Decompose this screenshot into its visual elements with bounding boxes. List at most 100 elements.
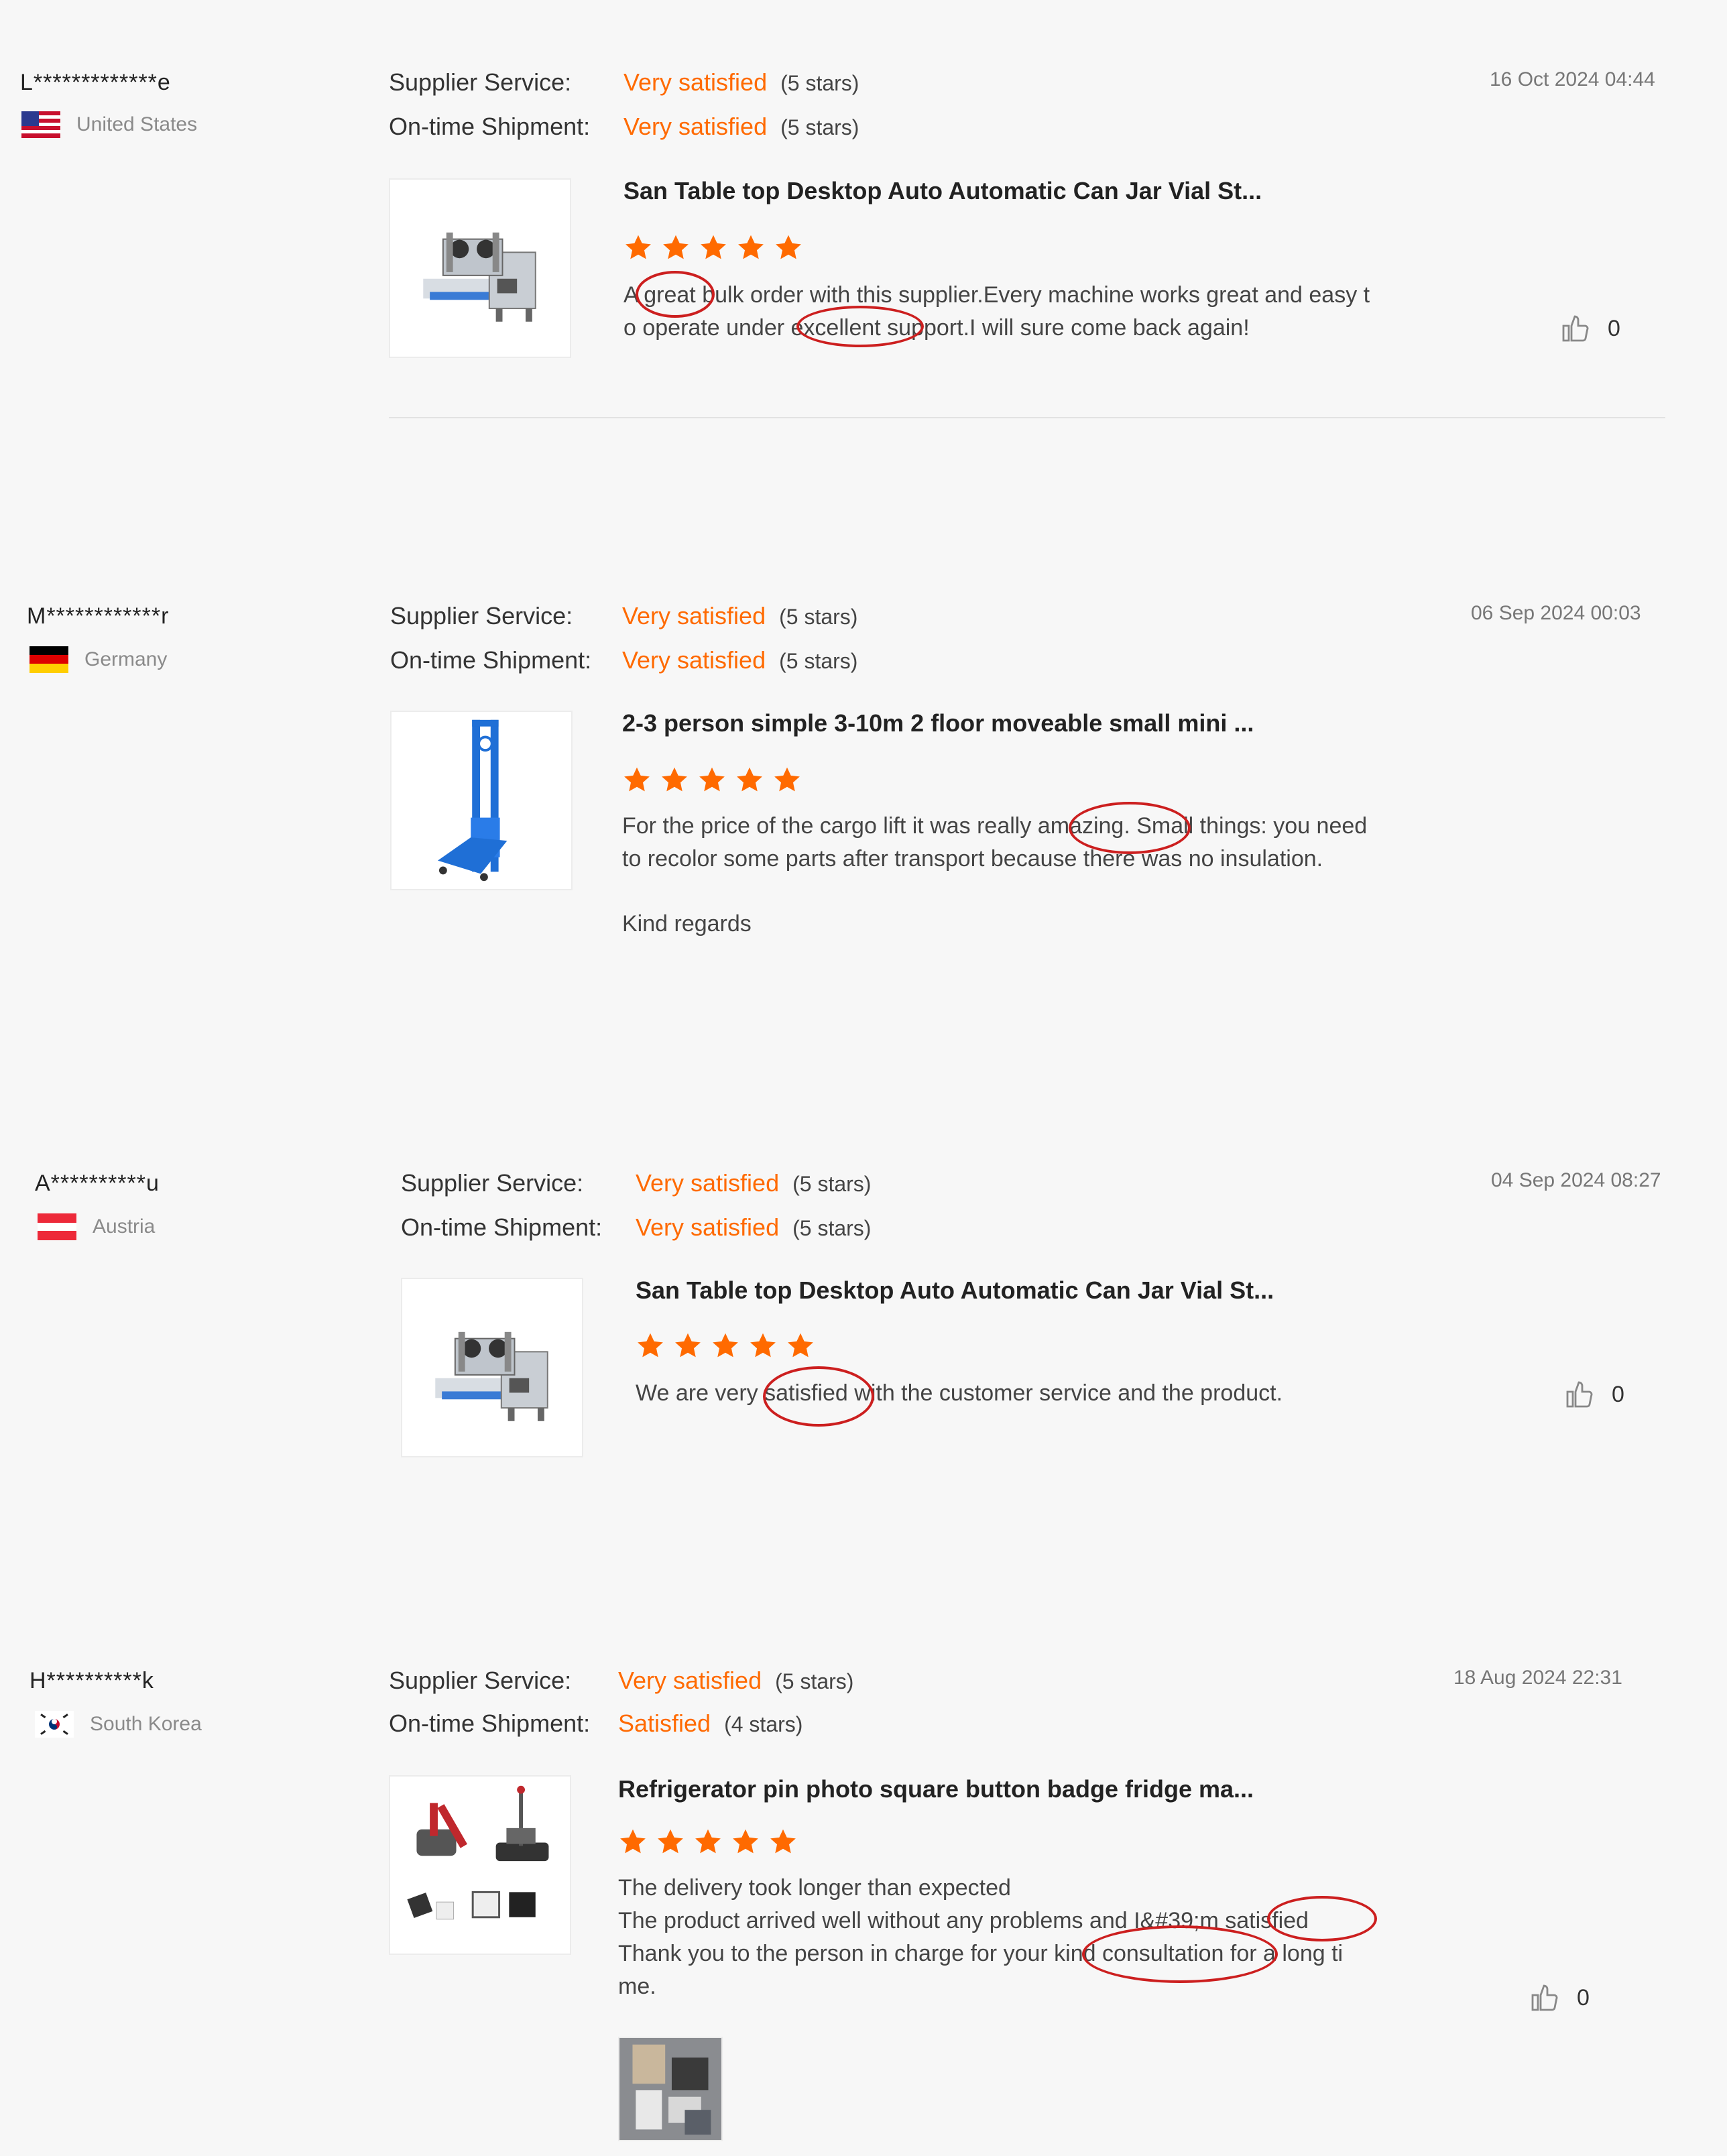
supplier-service-rating: Supplier Service: xyxy=(389,68,571,97)
annotation-circle xyxy=(763,1366,874,1427)
kr-flag-icon xyxy=(35,1711,74,1738)
supplier-service-stars: (5 stars) xyxy=(779,605,858,629)
supplier-service-value: Very satisfied xyxy=(623,68,768,96)
supplier-service-value-row: Very satisfied (5 stars) xyxy=(623,68,859,97)
star-icon xyxy=(738,235,764,259)
product-title[interactable]: San Table top Desktop Auto Automatic Can… xyxy=(636,1276,1274,1305)
star-icon xyxy=(658,1829,683,1854)
country-name: Austria xyxy=(93,1215,156,1238)
annotation-circle xyxy=(1069,802,1191,854)
supplier-service-value: Very satisfied xyxy=(636,1169,780,1197)
product-title[interactable]: Refrigerator pin photo square button bad… xyxy=(618,1775,1254,1803)
on-time-shipment-value: Satisfied xyxy=(618,1710,711,1737)
star-icon xyxy=(733,1829,758,1854)
on-time-shipment-stars: (5 stars) xyxy=(779,649,858,673)
like-count: 0 xyxy=(1608,315,1620,341)
on-time-shipment-rating: On-time Shipment: xyxy=(389,113,590,141)
review-date: 18 Aug 2024 22:31 xyxy=(1453,1667,1622,1689)
supplier-service-rating: Supplier Service: xyxy=(390,602,573,630)
review-star-rating xyxy=(623,233,803,263)
on-time-shipment-value-row: Very satisfied (5 stars) xyxy=(636,1213,871,1242)
star-icon xyxy=(638,1333,663,1358)
review-divider xyxy=(389,417,1665,418)
thumbs-up-icon xyxy=(1566,1381,1593,1408)
on-time-shipment-value-row: Satisfied (4 stars) xyxy=(618,1710,802,1738)
de-flag-icon xyxy=(29,646,68,673)
at-flag-icon xyxy=(38,1213,76,1240)
review-item: L*************e United States Supplier S… xyxy=(0,0,1727,510)
product-thumbnail[interactable] xyxy=(390,711,573,890)
star-icon xyxy=(626,235,651,259)
cargo-lift-icon xyxy=(437,719,508,882)
star-icon xyxy=(788,1333,813,1358)
like-count: 0 xyxy=(1612,1381,1624,1407)
like-button[interactable]: 0 xyxy=(1559,312,1620,345)
on-time-shipment-label: On-time Shipment: xyxy=(390,646,592,674)
review-item: A**********u Austria Supplier Service: V… xyxy=(0,1106,1727,1616)
supplier-service-value-row: Very satisfied (5 stars) xyxy=(636,1169,871,1197)
comment-line: The delivery took longer than expected xyxy=(618,1875,1011,1901)
like-button[interactable]: 0 xyxy=(1563,1378,1624,1411)
supplier-service-label: Supplier Service: xyxy=(389,1667,572,1694)
reviewer-country: South Korea xyxy=(35,1711,202,1738)
supplier-service-value: Very satisfied xyxy=(618,1667,762,1694)
on-time-shipment-value: Very satisfied xyxy=(623,113,768,140)
on-time-shipment-rating: On-time Shipment: xyxy=(389,1710,590,1738)
comment-line: o operate under excellent support.I will… xyxy=(623,315,1250,341)
comment-line: me. xyxy=(618,1974,656,1999)
annotation-circle xyxy=(1267,1896,1377,1941)
review-date: 04 Sep 2024 08:27 xyxy=(1491,1169,1661,1191)
labeling-machine-icon xyxy=(435,1331,548,1421)
on-time-shipment-value-row: Very satisfied (5 stars) xyxy=(623,113,859,141)
thumbs-up-icon xyxy=(1531,1984,1558,2011)
thumbs-up-icon xyxy=(1562,315,1589,342)
review-item: M************r Germany Supplier Service:… xyxy=(0,536,1727,1046)
product-thumbnail[interactable] xyxy=(389,1775,571,1955)
star-icon xyxy=(620,1829,646,1854)
comment-line: We are very satisfied with the customer … xyxy=(636,1380,1283,1406)
product-thumbnail[interactable] xyxy=(401,1278,583,1457)
review-comment: For the price of the cargo lift it was r… xyxy=(622,810,1367,876)
star-icon xyxy=(737,767,762,792)
reviewer-country: Germany xyxy=(29,646,167,673)
review-star-rating xyxy=(622,766,802,795)
star-icon xyxy=(663,235,689,259)
reviewer-name: A**********u xyxy=(35,1171,160,1196)
like-button[interactable]: 0 xyxy=(1529,1982,1590,2014)
product-title[interactable]: San Table top Desktop Auto Automatic Can… xyxy=(623,177,1262,205)
annotation-circle xyxy=(796,306,924,347)
country-name: South Korea xyxy=(90,1713,202,1735)
review-date: 16 Oct 2024 04:44 xyxy=(1490,68,1655,91)
labeling-machine-icon xyxy=(423,232,536,322)
star-icon xyxy=(695,1829,721,1854)
star-icon xyxy=(675,1333,701,1358)
reviewer-country: Austria xyxy=(38,1213,155,1240)
product-title[interactable]: 2-3 person simple 3-10m 2 floor moveable… xyxy=(622,709,1254,737)
on-time-shipment-value: Very satisfied xyxy=(636,1213,780,1241)
review-date: 06 Sep 2024 00:03 xyxy=(1471,602,1641,624)
star-icon xyxy=(774,767,800,792)
on-time-shipment-rating: On-time Shipment: xyxy=(390,646,591,674)
supplier-service-value: Very satisfied xyxy=(622,602,766,630)
review-photo-icon xyxy=(619,2038,721,2140)
comment-line: to recolor some parts after transport be… xyxy=(622,846,1323,872)
reviewer-name: H**********k xyxy=(29,1668,154,1693)
supplier-service-label: Supplier Service: xyxy=(389,68,572,96)
on-time-shipment-stars: (4 stars) xyxy=(724,1712,803,1736)
badge-press-icon xyxy=(407,1785,549,1920)
on-time-shipment-stars: (5 stars) xyxy=(792,1216,872,1240)
product-thumbnail[interactable] xyxy=(389,178,571,358)
comment-line: For the price of the cargo lift it was r… xyxy=(622,813,1368,839)
on-time-shipment-label: On-time Shipment: xyxy=(389,113,591,140)
us-flag-icon xyxy=(21,111,60,138)
like-count: 0 xyxy=(1577,1984,1590,2011)
country-name: Germany xyxy=(84,648,168,670)
reviewer-name: M************r xyxy=(27,603,170,629)
on-time-shipment-label: On-time Shipment: xyxy=(389,1710,591,1737)
review-photo-thumbnail[interactable] xyxy=(618,2037,723,2141)
review-comment-signoff: Kind regards xyxy=(622,911,752,937)
review-comment: A great bulk order with this supplier.Ev… xyxy=(623,279,1370,345)
star-icon xyxy=(701,235,726,259)
star-icon xyxy=(624,767,650,792)
star-icon xyxy=(699,767,725,792)
